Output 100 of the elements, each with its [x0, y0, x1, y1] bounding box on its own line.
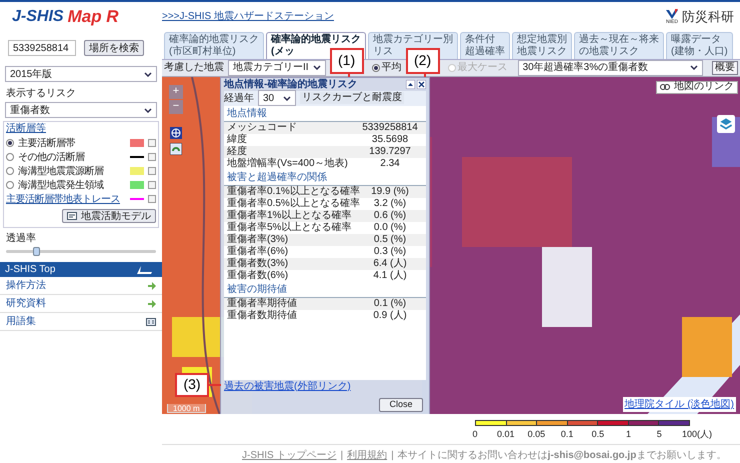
search-button[interactable]: 場所を検索: [84, 40, 144, 56]
scale-label: 5: [656, 428, 662, 442]
nav-item[interactable]: 操作方法: [0, 277, 162, 295]
logo-icon: [666, 8, 678, 20]
checkbox[interactable]: [148, 195, 156, 203]
link-icon: [660, 84, 670, 90]
nav-item[interactable]: 用語集: [0, 313, 162, 331]
radio-button[interactable]: [6, 167, 14, 175]
row-label: 重傷者率期待値: [227, 296, 298, 310]
nav-item[interactable]: 研究資料: [0, 295, 162, 313]
row-value: 3.2 (%): [372, 197, 408, 210]
scale-label: 1: [626, 428, 632, 442]
row-value: 0.6 (%): [372, 209, 408, 222]
row-label: 経度: [227, 144, 248, 158]
tab[interactable]: 想定地震別 地震リスク: [512, 32, 572, 59]
nav-title: J-SHIS Top: [5, 263, 56, 277]
leader-line: [209, 384, 221, 386]
row-label: 重傷者率0.1%以上となる確率: [227, 184, 357, 198]
zoom-in-button[interactable]: +: [169, 84, 183, 99]
logo-text: J-SHIS: [12, 7, 64, 27]
model-button[interactable]: 地震活動モデル: [62, 209, 156, 223]
row-value: 6.4 (人): [372, 257, 408, 270]
refresh-icon[interactable]: [170, 142, 182, 155]
measure-select[interactable]: 30年超過確率3%の重傷者数: [518, 60, 703, 76]
row-label: 重傷者率0.5%以上となる確率: [227, 196, 357, 210]
tab[interactable]: 条件付 超過確率: [460, 32, 510, 59]
checkbox[interactable]: [148, 167, 156, 175]
row-label: 重傷者数期待値: [227, 308, 298, 324]
row-value: 35.5698: [370, 133, 410, 147]
arrow-icon: [148, 300, 156, 308]
separator-text: |: [391, 449, 394, 463]
row-value: 0.1 (%): [372, 297, 408, 310]
row-value: 139.7297: [368, 145, 412, 159]
toolbar-label: 考慮した地震: [164, 60, 224, 76]
row-value: 0.9 (人): [372, 309, 408, 324]
caret-icon: [283, 96, 291, 101]
checkbox[interactable]: [148, 139, 156, 147]
row-value: 0.5 (%): [372, 233, 408, 246]
slider-thumb[interactable]: [33, 247, 40, 256]
risk-curve-button[interactable]: リスクカーブと耐震度: [300, 92, 404, 104]
row-value: 0.0 (%): [372, 221, 408, 234]
radio-option[interactable]: 平均: [372, 60, 402, 76]
tab[interactable]: 過去～現在～将来 の地震リスク: [574, 32, 664, 59]
version-select[interactable]: 2015年版: [5, 66, 157, 82]
station-link[interactable]: >>>J-SHIS 地震ハザードステーション: [162, 9, 334, 24]
caret-icon: [312, 65, 321, 70]
window-icon: [67, 212, 77, 220]
fault-label: 海溝型地震震源断層: [18, 164, 104, 178]
attribution-link[interactable]: 地理院タイル (淡色地図): [622, 397, 736, 412]
fault-label: その他の活断層: [18, 150, 86, 164]
footer-link[interactable]: J-SHIS トップページ: [242, 448, 336, 463]
layers-icon[interactable]: [717, 114, 735, 133]
row-label: 重傷者数(3%): [227, 256, 290, 270]
tab[interactable]: 曝露データ (建物・人口): [666, 32, 733, 59]
scale-label: 100(人): [682, 428, 712, 442]
row-value: 4.1 (人): [372, 269, 408, 284]
row-label: 重傷者数(6%): [227, 268, 290, 284]
risk-select[interactable]: 重傷者数: [5, 102, 157, 118]
fault-label: 主要活断層帯: [18, 136, 76, 150]
callout-tooltip: (3): [175, 372, 209, 397]
map-link-button[interactable]: 地図のリンク: [656, 80, 738, 94]
row-label: 重傷者率(3%): [227, 232, 290, 246]
checkbox[interactable]: [148, 153, 156, 161]
years-select[interactable]: 30: [258, 90, 296, 106]
scale-label: 0.1: [560, 428, 574, 442]
row-value: 0.3 (%): [372, 245, 408, 258]
row-value: 19.9 (%): [370, 185, 410, 198]
row-value: 2.34: [379, 157, 401, 172]
tab[interactable]: 確率論的地震リスク (市区町村単位): [164, 32, 264, 59]
overview-button[interactable]: 概要: [712, 60, 738, 75]
callout-tooltip: (2): [406, 48, 440, 74]
opacity-label: 透過率: [5, 232, 37, 246]
globe-icon[interactable]: [170, 126, 182, 139]
row-label: 重傷者率5%以上となる確率: [227, 220, 352, 234]
zoom-out-button[interactable]: −: [169, 100, 183, 114]
fault-label: 海溝型地震発生領域: [18, 178, 105, 192]
row-value: 5339258814: [361, 121, 419, 135]
collapse-icon[interactable]: [406, 80, 415, 89]
years-label: 経過年: [224, 92, 254, 106]
separator-text: |: [340, 449, 344, 463]
opacity-slider[interactable]: [6, 250, 156, 253]
caret-icon: [690, 65, 698, 70]
radio-button[interactable]: [6, 153, 14, 161]
radio-option: 最大ケース: [448, 60, 508, 76]
row-label: 重傷者率1%以上となる確率: [227, 208, 352, 222]
close-icon[interactable]: [417, 80, 426, 89]
search-field[interactable]: 5339258814: [8, 40, 76, 56]
quake-select[interactable]: 地震カテゴリーII: [228, 60, 326, 76]
radio-button[interactable]: [6, 181, 14, 189]
radio-button[interactable]: [6, 139, 14, 147]
row-label: メッシュコード: [227, 121, 298, 134]
contact-text: 本サイトに関するお問い合わせはj-shis@bosai.go.jpまでお願いします。: [398, 448, 726, 463]
external-link[interactable]: 過去の被害地震(外部リンク): [224, 378, 351, 394]
row-label: 地盤増幅率(Vs=400～地表): [227, 156, 349, 172]
panel-legend: 活断層等: [6, 121, 156, 136]
trace-link[interactable]: 主要活断層帯地表トレース: [6, 192, 126, 206]
caret-icon: [144, 108, 152, 112]
checkbox[interactable]: [148, 181, 156, 189]
footer-link[interactable]: 利用規約: [347, 448, 388, 463]
close-button[interactable]: Close: [379, 398, 423, 412]
